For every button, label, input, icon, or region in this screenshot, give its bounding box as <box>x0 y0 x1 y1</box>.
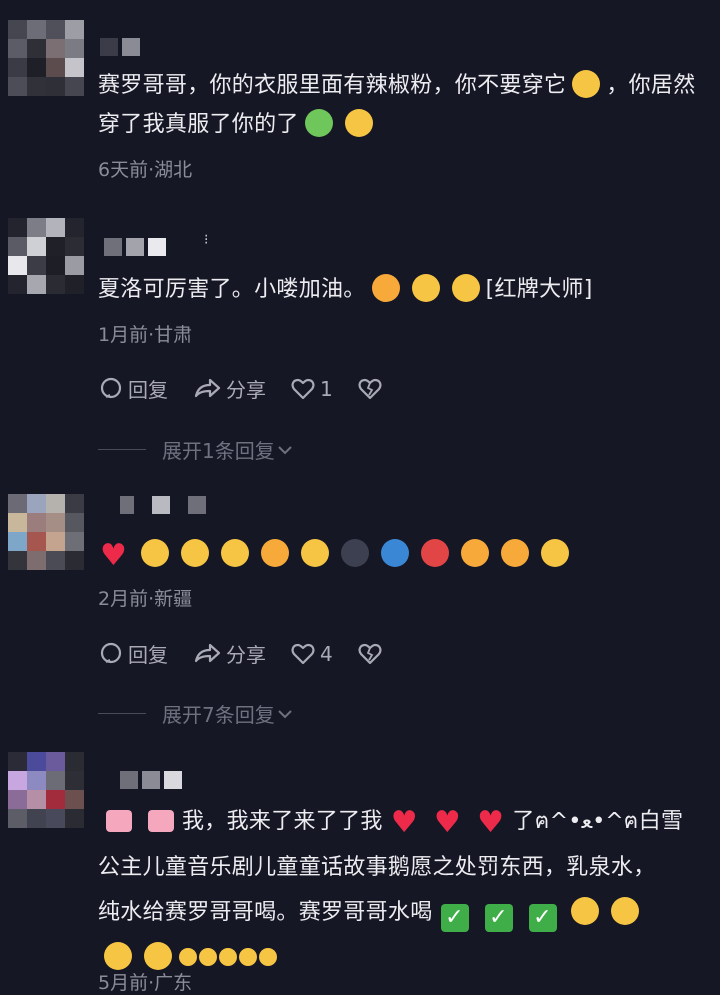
thinking-icon <box>261 539 290 567</box>
heart-icon: ♥ <box>433 805 462 840</box>
comment-text: 夏洛可厉害了。小喽加油。 [红牌大师] <box>98 270 710 309</box>
fist-icon <box>461 539 490 567</box>
superhero-icon <box>421 539 450 567</box>
neutral-icon <box>301 539 330 567</box>
scream-icon <box>572 70 601 98</box>
avatar[interactable] <box>8 218 84 294</box>
laugh-icon <box>541 539 570 567</box>
medal-icon <box>371 274 400 302</box>
share-button[interactable]: 分享 <box>192 374 266 403</box>
cake-icon <box>148 810 174 832</box>
fist-icon <box>501 539 530 567</box>
pleading-icon <box>179 948 197 966</box>
chevron-down-icon <box>278 445 292 454</box>
username[interactable] <box>120 771 182 789</box>
angel-icon <box>610 897 639 925</box>
expand-replies[interactable]: 展开7条回复 <box>98 699 295 728</box>
grin-icon <box>451 274 480 302</box>
more-icon[interactable]: ⁝ <box>204 232 208 248</box>
comment-meta: 6天前·湖北 <box>98 159 193 181</box>
comment-actions: 回复 分享 4 <box>98 639 411 668</box>
dislike-icon <box>358 378 382 399</box>
username[interactable] <box>100 38 140 56</box>
username[interactable] <box>104 238 166 256</box>
cake-icon <box>106 810 132 832</box>
comment-text: 赛罗哥哥，你的衣服里面有辣椒粉，你不要穿它 ，你居然穿了我真服了你的了 <box>98 66 710 144</box>
comment-actions: 回复 分享 1 <box>98 374 411 403</box>
sweat-smile-icon <box>144 942 172 970</box>
reply-icon <box>100 642 122 663</box>
comment-text: ♥ <box>92 535 704 575</box>
avatar[interactable] <box>8 494 84 570</box>
comment-meta: 5月前·广东 <box>98 972 193 994</box>
angel-icon <box>104 942 132 970</box>
avatar[interactable] <box>8 752 84 828</box>
frown-icon <box>141 539 170 567</box>
reply-button[interactable]: 回复 <box>98 374 168 403</box>
pleading-icon <box>239 948 257 966</box>
check-icon: ✓ <box>484 904 513 932</box>
pleading-icon <box>219 948 237 966</box>
share-icon <box>194 378 221 397</box>
pleading-icon <box>199 948 217 966</box>
share-icon <box>194 643 221 662</box>
dislike-button[interactable] <box>357 376 387 402</box>
like-button[interactable]: 4 <box>290 641 333 667</box>
share-button[interactable]: 分享 <box>192 639 266 668</box>
like-icon <box>291 378 315 399</box>
comment-meta: 2月前·新疆 <box>98 588 193 610</box>
virus-face-icon <box>304 109 333 137</box>
check-icon: ✓ <box>440 904 469 932</box>
scream-icon <box>344 109 373 137</box>
like-button[interactable]: 1 <box>290 376 333 402</box>
check-icon: ✓ <box>528 904 557 932</box>
avatar[interactable] <box>8 20 84 96</box>
flying-icon <box>381 539 410 567</box>
new-moon-icon <box>341 539 370 567</box>
comment-text: 我，我来了来了了我 ♥ ♥ ♥ 了ฅ^•ﻌ•^ฅ白雪 公主儿童音乐剧儿童童话故事鹅愿之处… <box>98 799 710 980</box>
dislike-icon <box>358 643 382 664</box>
dislike-button[interactable] <box>357 641 387 667</box>
heart-icon: ♥ <box>100 538 128 573</box>
expand-replies[interactable]: 展开1条回复 <box>98 435 295 464</box>
smile-icon <box>181 539 210 567</box>
chevron-down-icon <box>278 709 292 718</box>
grin-icon <box>411 274 440 302</box>
comment-meta: 1月前·甘肃 <box>98 324 193 346</box>
pleading-icon <box>259 948 277 966</box>
heart-icon: ♥ <box>477 805 505 840</box>
star-eyes-icon <box>221 539 250 567</box>
like-icon <box>291 643 315 664</box>
reply-button[interactable]: 回复 <box>98 639 168 668</box>
angel-icon <box>570 897 599 925</box>
username[interactable] <box>120 496 206 514</box>
heart-icon: ♥ <box>390 805 418 840</box>
reply-icon <box>100 377 122 398</box>
